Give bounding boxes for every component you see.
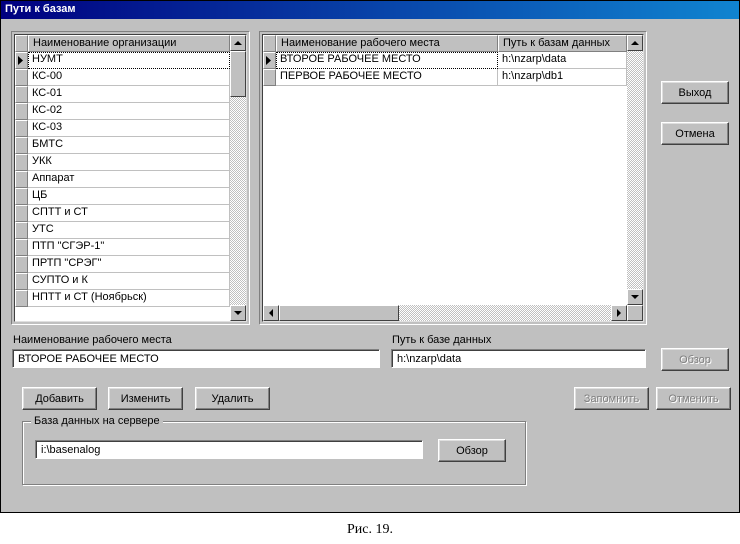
org-cell[interactable]: СУПТО и К — [28, 273, 230, 290]
org-row[interactable]: УКК — [15, 154, 230, 171]
wp-cell-name[interactable]: ВТОРОЕ РАБОЧЕЕ МЕСТО — [276, 52, 498, 69]
scroll-right-icon[interactable] — [611, 305, 627, 321]
org-row[interactable]: НУМТ — [15, 52, 230, 69]
org-cell[interactable]: НПТТ и СТ (Ноябрьск) — [28, 290, 230, 307]
save-button[interactable]: Запомнить — [574, 387, 649, 410]
org-cell[interactable]: КС-00 — [28, 69, 230, 86]
org-cell[interactable]: КС-01 — [28, 86, 230, 103]
org-grid-container: Наименование организации НУМТ КС-00 КС-0… — [11, 31, 250, 325]
wp-grid-header-path[interactable]: Путь к базам данных — [498, 35, 627, 52]
scroll-down-icon[interactable] — [230, 305, 246, 321]
row-indicator-icon — [263, 52, 276, 69]
org-cell[interactable]: БМТС — [28, 137, 230, 154]
org-row[interactable]: БМТС — [15, 137, 230, 154]
wp-row[interactable]: ПЕРВОЕ РАБОЧЕЕ МЕСТО h:\nzarp\db1 — [263, 69, 627, 86]
revert-button[interactable]: Отменить — [656, 387, 731, 410]
delete-button[interactable]: Удалить — [195, 387, 270, 410]
server-browse-button[interactable]: Обзор — [438, 439, 506, 462]
org-row[interactable]: СПТТ и СТ — [15, 205, 230, 222]
exit-button[interactable]: Выход — [661, 81, 729, 104]
org-cell[interactable]: ПРТП "СРЭГ" — [28, 256, 230, 273]
figure-caption: Рис. 19. — [0, 522, 740, 538]
org-row[interactable]: УТС — [15, 222, 230, 239]
edit-button[interactable]: Изменить — [108, 387, 183, 410]
org-cell[interactable]: Аппарат — [28, 171, 230, 188]
org-row[interactable]: ЦБ — [15, 188, 230, 205]
org-grid-corner — [15, 35, 28, 52]
wp-grid-hscroll[interactable] — [263, 305, 627, 321]
wp-grid-vscroll[interactable] — [627, 35, 643, 305]
wp-grid-header-name[interactable]: Наименование рабочего места — [276, 35, 498, 52]
org-row[interactable]: КС-02 — [15, 103, 230, 120]
titlebar: Пути к базам — [1, 1, 739, 19]
org-cell[interactable]: ПТП "СГЭР-1" — [28, 239, 230, 256]
org-row[interactable]: КС-03 — [15, 120, 230, 137]
org-row[interactable]: НПТТ и СТ (Ноябрьск) — [15, 290, 230, 307]
org-cell[interactable]: УКК — [28, 154, 230, 171]
db-path-label: Путь к базе данных — [392, 334, 491, 346]
server-db-groupbox-label: База данных на сервере — [31, 415, 163, 427]
window: Пути к базам Наименование организации НУ… — [0, 0, 740, 513]
server-db-groupbox: База данных на сервере i:\basenalog Обзо… — [22, 421, 527, 486]
org-cell[interactable]: УТС — [28, 222, 230, 239]
add-button[interactable]: Добавить — [22, 387, 97, 410]
browse-button[interactable]: Обзор — [661, 348, 729, 371]
org-row[interactable]: КС-00 — [15, 69, 230, 86]
org-cell[interactable]: СПТТ и СТ — [28, 205, 230, 222]
scroll-down-icon[interactable] — [627, 289, 643, 305]
scroll-up-icon[interactable] — [230, 35, 246, 51]
scroll-up-icon[interactable] — [627, 35, 643, 51]
workplace-name-label: Наименование рабочего места — [13, 334, 172, 346]
wp-grid-corner — [263, 35, 276, 52]
org-row[interactable]: СУПТО и К — [15, 273, 230, 290]
row-indicator-icon — [15, 52, 28, 69]
org-row[interactable]: ПТП "СГЭР-1" — [15, 239, 230, 256]
org-cell[interactable]: КС-02 — [28, 103, 230, 120]
org-grid-scrollbar[interactable] — [230, 35, 246, 321]
cancel-button[interactable]: Отмена — [661, 122, 729, 145]
org-row[interactable]: ПРТП "СРЭГ" — [15, 256, 230, 273]
workplace-name-input[interactable]: ВТОРОЕ РАБОЧЕЕ МЕСТО — [12, 349, 380, 368]
org-row[interactable]: КС-01 — [15, 86, 230, 103]
db-path-input[interactable]: h:\nzarp\data — [391, 349, 646, 368]
scroll-corner — [627, 305, 643, 321]
org-grid-header[interactable]: Наименование организации — [28, 35, 230, 52]
wp-cell-name[interactable]: ПЕРВОЕ РАБОЧЕЕ МЕСТО — [276, 69, 498, 86]
wp-cell-path[interactable]: h:\nzarp\data — [498, 52, 627, 69]
org-row[interactable]: Аппарат — [15, 171, 230, 188]
org-cell[interactable]: НУМТ — [28, 52, 230, 69]
window-title: Пути к базам — [5, 3, 76, 15]
wp-cell-path[interactable]: h:\nzarp\db1 — [498, 69, 627, 86]
org-cell[interactable]: ЦБ — [28, 188, 230, 205]
workplace-grid-container: Наименование рабочего места Путь к базам… — [259, 31, 647, 325]
org-cell[interactable]: КС-03 — [28, 120, 230, 137]
server-db-input[interactable]: i:\basenalog — [35, 440, 423, 459]
wp-row[interactable]: ВТОРОЕ РАБОЧЕЕ МЕСТО h:\nzarp\data — [263, 52, 627, 69]
scroll-left-icon[interactable] — [263, 305, 279, 321]
